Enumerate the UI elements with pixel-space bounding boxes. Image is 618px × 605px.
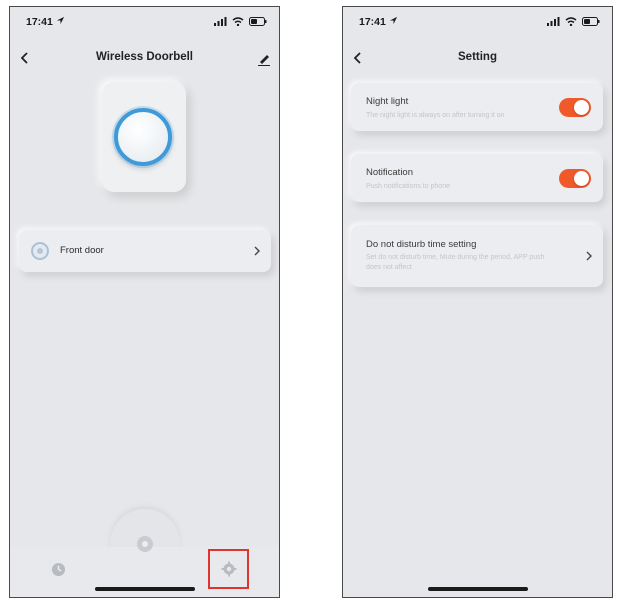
setting-do-not-disturb[interactable]: Do not disturb time setting Set do not d… [351, 225, 603, 287]
toggle-knob [574, 100, 589, 115]
night-light-toggle[interactable] [559, 98, 591, 117]
setting-description: Set do not disturb time, Mute during the… [366, 254, 545, 271]
chevron-right-icon [586, 251, 592, 261]
chevron-right-icon [254, 246, 260, 256]
status-icons [547, 17, 600, 26]
status-time: 17:41 [359, 16, 386, 28]
status-bar: 17:41 [10, 7, 279, 37]
page-title: Setting [458, 51, 497, 63]
camera-icon [31, 242, 49, 260]
settings-gear-icon[interactable] [221, 561, 237, 577]
doorbell-device-tile[interactable] [102, 82, 186, 192]
home-indicator [95, 587, 195, 591]
notification-toggle[interactable] [559, 169, 591, 188]
setting-title: Night light [366, 96, 409, 107]
setting-description: The night light is always on after turni… [366, 112, 505, 119]
battery-icon [582, 17, 600, 26]
setting-title: Do not disturb time setting [366, 239, 477, 250]
tab-bar [10, 509, 279, 597]
setting-night-light: Night light The night light is always on… [351, 83, 603, 131]
setting-notification: Notification Push notifications to phone [351, 154, 603, 202]
location-arrow-icon [389, 16, 398, 25]
setting-description: Push notifications to phone [366, 183, 451, 190]
settings-tab-highlight[interactable] [208, 549, 249, 589]
doorbell-home-screen: 17:41 Wireless Doorbell Front door [9, 6, 280, 598]
status-icons [214, 17, 267, 26]
settings-screen: 17:41 Setting Night light The night ligh… [342, 6, 613, 598]
doorbell-button-image [114, 108, 172, 166]
home-icon[interactable] [137, 536, 153, 552]
nav-bar: Setting [343, 41, 612, 71]
setting-title: Notification [366, 167, 413, 178]
wifi-icon [232, 17, 244, 26]
page-title: Wireless Doorbell [95, 51, 194, 63]
clock-icon[interactable] [51, 562, 66, 577]
status-bar: 17:41 [343, 7, 612, 37]
toggle-knob [574, 171, 589, 186]
nav-bar: Wireless Doorbell [10, 41, 279, 71]
location-arrow-icon [56, 16, 65, 25]
signal-icon [214, 17, 227, 26]
wifi-icon [565, 17, 577, 26]
device-name: Front door [60, 245, 104, 256]
edit-icon[interactable] [257, 52, 271, 66]
list-item[interactable]: Front door [19, 230, 271, 272]
home-indicator [428, 587, 528, 591]
battery-icon [249, 17, 267, 26]
status-time: 17:41 [26, 16, 53, 28]
signal-icon [547, 17, 560, 26]
